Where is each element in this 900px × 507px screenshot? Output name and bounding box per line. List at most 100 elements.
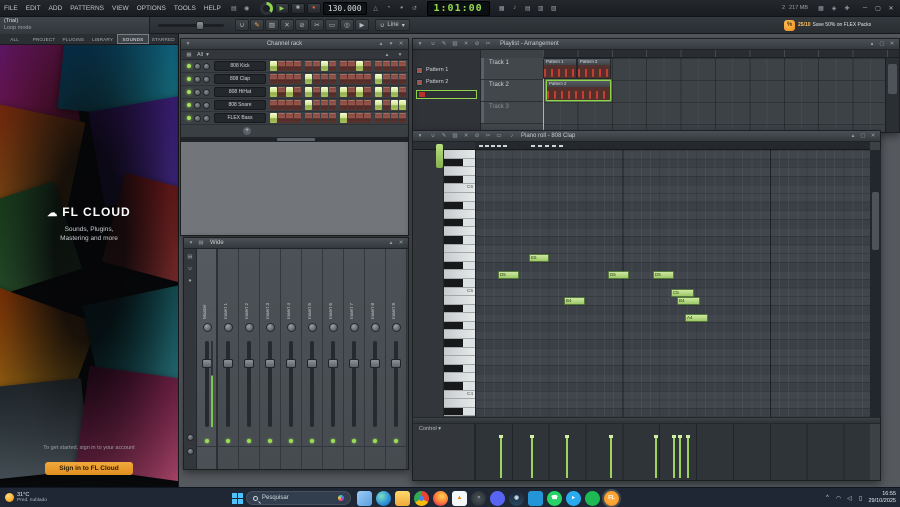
step-cell[interactable] bbox=[321, 61, 328, 71]
pattern-item[interactable]: Pattern 1 bbox=[413, 64, 480, 76]
piano-key-as4[interactable] bbox=[444, 304, 475, 314]
file-explorer-icon[interactable] bbox=[395, 490, 410, 506]
multilink-icon[interactable]: ◈ bbox=[828, 2, 840, 14]
strip-pan-knob[interactable] bbox=[350, 323, 359, 332]
step-cell[interactable] bbox=[364, 113, 371, 123]
recording-settings-icon[interactable]: ◉ bbox=[241, 2, 253, 14]
strip-pan-knob[interactable] bbox=[308, 323, 317, 332]
step-cell[interactable] bbox=[278, 74, 285, 84]
note-color-selector[interactable] bbox=[436, 144, 443, 168]
countdown-icon[interactable]: ◕ bbox=[396, 2, 408, 14]
step-cell[interactable] bbox=[305, 87, 312, 97]
strip-pan-knob[interactable] bbox=[329, 323, 338, 332]
velocity-stem[interactable] bbox=[686, 435, 690, 478]
slice-tool-icon[interactable]: ✂ bbox=[483, 40, 493, 49]
velocity-stem[interactable] bbox=[565, 435, 569, 478]
filter-value[interactable]: All bbox=[197, 52, 203, 58]
step-cell[interactable] bbox=[348, 74, 355, 84]
magnet-icon[interactable]: ∪ bbox=[428, 132, 438, 141]
taskbar-clock[interactable]: 16:55 29/10/2025 bbox=[868, 491, 896, 505]
close-icon[interactable]: ✕ bbox=[396, 239, 406, 248]
piano-roll-header[interactable]: ▾ ∪ ✎ ▨ ✕ ⊘ ✂ ▭ ♪ Piano roll - 808 Clap ▴ ▢ ✕ bbox=[413, 131, 880, 142]
strip-mute-led[interactable] bbox=[373, 439, 377, 443]
strip-fader[interactable] bbox=[286, 341, 296, 427]
strip-pan-knob[interactable] bbox=[224, 323, 233, 332]
step-cell[interactable] bbox=[305, 100, 312, 110]
channel-led[interactable] bbox=[187, 116, 191, 120]
step-cell[interactable] bbox=[399, 74, 406, 84]
step-cell[interactable] bbox=[391, 87, 398, 97]
chrome-icon[interactable] bbox=[414, 490, 429, 506]
piano-key-c5[interactable]: C5 bbox=[444, 287, 475, 297]
playlist-clip[interactable]: Pattern 2 bbox=[577, 58, 611, 79]
step-cell[interactable] bbox=[329, 113, 336, 123]
strip-fader[interactable] bbox=[349, 341, 359, 427]
step-cell[interactable] bbox=[305, 74, 312, 84]
step-cell[interactable] bbox=[364, 61, 371, 71]
window-menu-icon[interactable]: ▾ bbox=[183, 40, 193, 49]
step-cell[interactable] bbox=[340, 87, 347, 97]
strip-pan-knob[interactable] bbox=[266, 323, 275, 332]
piano-key-fs4[interactable] bbox=[444, 339, 475, 348]
window-menu-icon[interactable]: ▾ bbox=[415, 40, 425, 49]
playlist-timeline-ruler[interactable] bbox=[543, 50, 899, 58]
volume-icon[interactable]: ◁ bbox=[845, 492, 853, 504]
piano-note-e5[interactable]: E5 bbox=[529, 254, 549, 263]
velocity-stem[interactable] bbox=[499, 435, 503, 478]
mixer-strip-insert-1[interactable]: Insert 1 bbox=[218, 249, 239, 469]
signin-button[interactable]: Sign in to FL Cloud bbox=[45, 462, 133, 475]
paint-tool-icon[interactable]: ▨ bbox=[265, 19, 279, 31]
step-cell[interactable] bbox=[364, 74, 371, 84]
step-cell[interactable] bbox=[286, 87, 293, 97]
scroll-up-icon[interactable]: ▴ bbox=[376, 40, 386, 49]
step-cell[interactable] bbox=[375, 100, 382, 110]
pattern-selector-dial[interactable] bbox=[259, 1, 273, 15]
wait-for-input-icon[interactable]: ◔ bbox=[383, 2, 395, 14]
whatsapp-icon[interactable]: ☎ bbox=[547, 490, 562, 506]
channel-button[interactable]: 808 Clap bbox=[214, 74, 266, 84]
piano-key-gs5[interactable] bbox=[444, 218, 475, 228]
mixer-strip-insert-3[interactable]: Insert 3 bbox=[260, 249, 281, 469]
channel-pan-knob[interactable] bbox=[194, 101, 201, 109]
step-cell[interactable] bbox=[313, 113, 320, 123]
close-icon[interactable]: ✕ bbox=[887, 40, 897, 49]
strip-fader[interactable] bbox=[244, 341, 254, 427]
browser-tab-plugins[interactable]: PLUGINS bbox=[59, 34, 88, 44]
paint-tool-icon[interactable]: ▨ bbox=[450, 40, 460, 49]
mixer-record-icon[interactable]: ● bbox=[185, 276, 195, 285]
step-cell[interactable] bbox=[321, 74, 328, 84]
velocity-stem[interactable] bbox=[672, 435, 676, 478]
velocity-lane[interactable] bbox=[475, 424, 870, 480]
stop-button[interactable]: ■ bbox=[290, 2, 305, 14]
magnet-icon[interactable]: ∪ bbox=[235, 19, 249, 31]
step-cell[interactable] bbox=[294, 61, 301, 71]
mixer-strip-master[interactable]: Master bbox=[197, 249, 218, 469]
step-cell[interactable] bbox=[286, 100, 293, 110]
piano-key-e4[interactable] bbox=[444, 356, 475, 365]
browser-tab-library[interactable]: LIBRARY bbox=[88, 34, 117, 44]
piano-key-d4[interactable] bbox=[444, 373, 475, 383]
piano-note-b4[interactable]: B4 bbox=[677, 297, 700, 306]
weather-widget[interactable]: 31°C Pred. nublado bbox=[5, 492, 47, 504]
channel-led[interactable] bbox=[187, 90, 191, 94]
strip-mute-led[interactable] bbox=[394, 439, 398, 443]
step-cell[interactable] bbox=[294, 100, 301, 110]
channel-volume-knob[interactable] bbox=[203, 62, 210, 70]
mixer-strip-insert-7[interactable]: Insert 7 bbox=[344, 249, 365, 469]
mixer-toggle-icon[interactable]: ▥ bbox=[535, 2, 547, 14]
step-cell[interactable] bbox=[364, 87, 371, 97]
channel-pan-knob[interactable] bbox=[194, 75, 201, 83]
menu-tools[interactable]: TOOLS bbox=[170, 0, 200, 17]
piano-key-g5[interactable] bbox=[444, 227, 475, 236]
piano-key-c6[interactable]: C6 bbox=[444, 184, 475, 193]
step-cell[interactable] bbox=[391, 113, 398, 123]
step-cell[interactable] bbox=[399, 113, 406, 123]
piano-key-a4[interactable] bbox=[444, 313, 475, 322]
step-cell[interactable] bbox=[383, 74, 390, 84]
mute-tool-icon[interactable]: ⊘ bbox=[472, 40, 482, 49]
step-cell[interactable] bbox=[383, 87, 390, 97]
step-cell[interactable] bbox=[321, 113, 328, 123]
strip-mute-led[interactable] bbox=[352, 439, 356, 443]
channel-volume-knob[interactable] bbox=[203, 114, 210, 122]
step-cell[interactable] bbox=[399, 87, 406, 97]
